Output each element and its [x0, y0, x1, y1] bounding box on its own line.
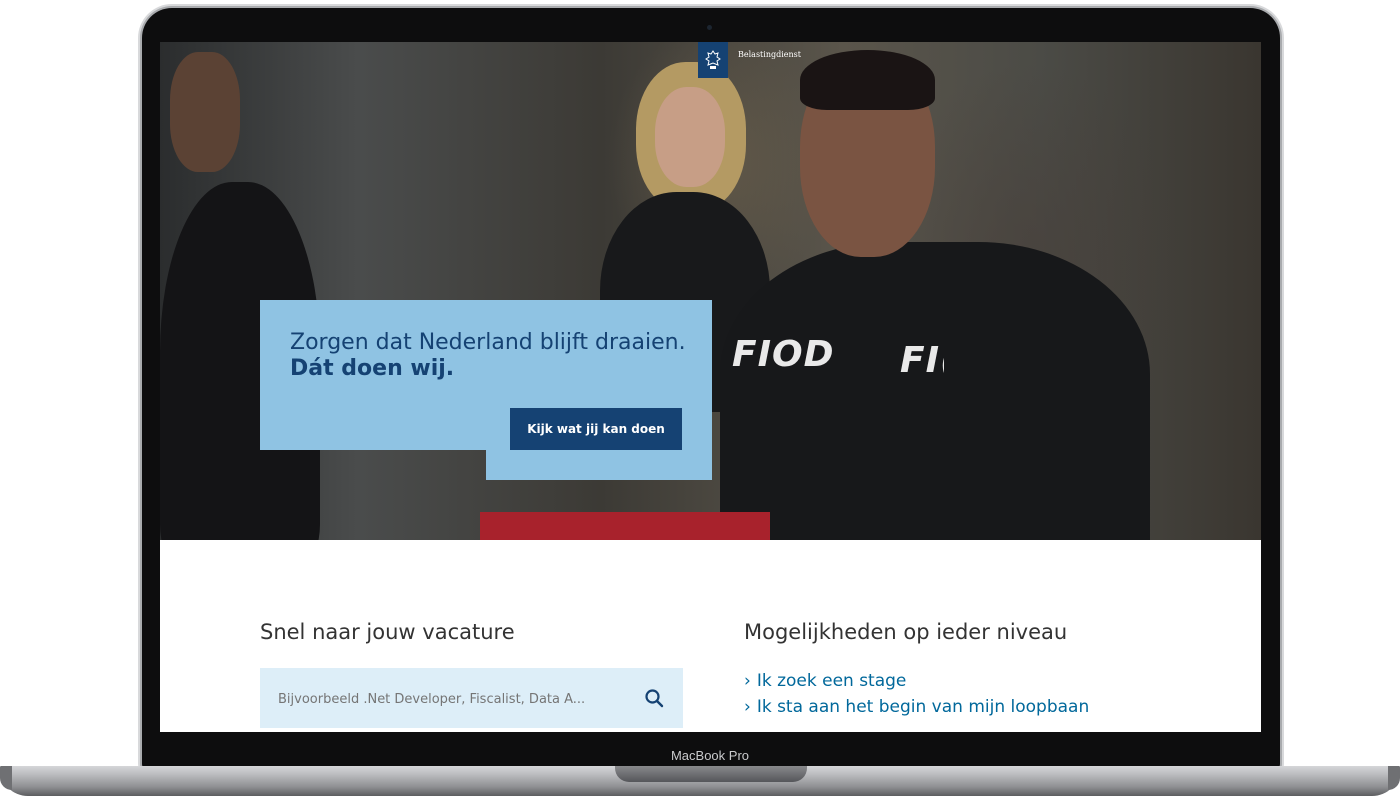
- link-career-start-label: Ik sta aan het begin van mijn loopbaan: [756, 697, 1090, 717]
- chevron-right-icon: ›: [744, 697, 751, 717]
- vacancy-search-heading: Snel naar jouw vacature: [260, 620, 515, 644]
- promo-title: Zorgen dat Nederland blijft draaien. Dát…: [290, 330, 700, 382]
- chevron-right-icon: ›: [744, 671, 751, 691]
- promo-title-bold: Dát doen wij.: [290, 356, 455, 381]
- red-crate: [480, 512, 770, 540]
- levels-heading: Mogelijkheden op ieder niveau: [744, 620, 1068, 644]
- promo-title-regular: Zorgen dat Nederland blijft draaien.: [290, 330, 686, 355]
- device-label: MacBook Pro: [670, 748, 750, 763]
- person-middle-face: [655, 87, 725, 187]
- laptop-base-edge-left: [0, 766, 12, 790]
- levels-link-list: › Ik zoek een stage › Ik sta aan het begin…: [744, 668, 1184, 720]
- search-icon[interactable]: [644, 688, 664, 708]
- brand-name[interactable]: Belastingdienst: [738, 50, 801, 59]
- coat-of-arms-icon: [705, 50, 721, 69]
- fiod-badge-text-partial: FI(: [900, 340, 944, 381]
- link-internship-label: Ik zoek een stage: [756, 671, 907, 691]
- laptop-opening-notch: [615, 766, 807, 782]
- hero-video-banner: FIOD FI( Belastingdienst Zorgen dat Nede…: [160, 42, 1261, 540]
- browser-screen: FIOD FI( Belastingdienst Zorgen dat Nede…: [160, 42, 1261, 732]
- person-left-head: [170, 52, 240, 172]
- link-internship[interactable]: › Ik zoek een stage: [744, 668, 1184, 694]
- vacancy-search-box: [260, 668, 683, 728]
- camera-dot: [707, 25, 712, 30]
- cta-button[interactable]: Kijk wat jij kan doen: [510, 408, 682, 450]
- main-content: Snel naar jouw vacature Mogelijkheden op…: [160, 540, 1261, 732]
- link-career-start[interactable]: › Ik sta aan het begin van mijn loopbaan: [744, 694, 1184, 720]
- person-right-hair: [800, 50, 935, 110]
- person-right-body: [720, 242, 1150, 540]
- laptop-base-edge-right: [1388, 766, 1400, 790]
- fiod-badge-text: FIOD: [732, 334, 835, 375]
- vacancy-search-input[interactable]: [276, 686, 640, 712]
- rijksoverheid-logo[interactable]: [698, 42, 728, 78]
